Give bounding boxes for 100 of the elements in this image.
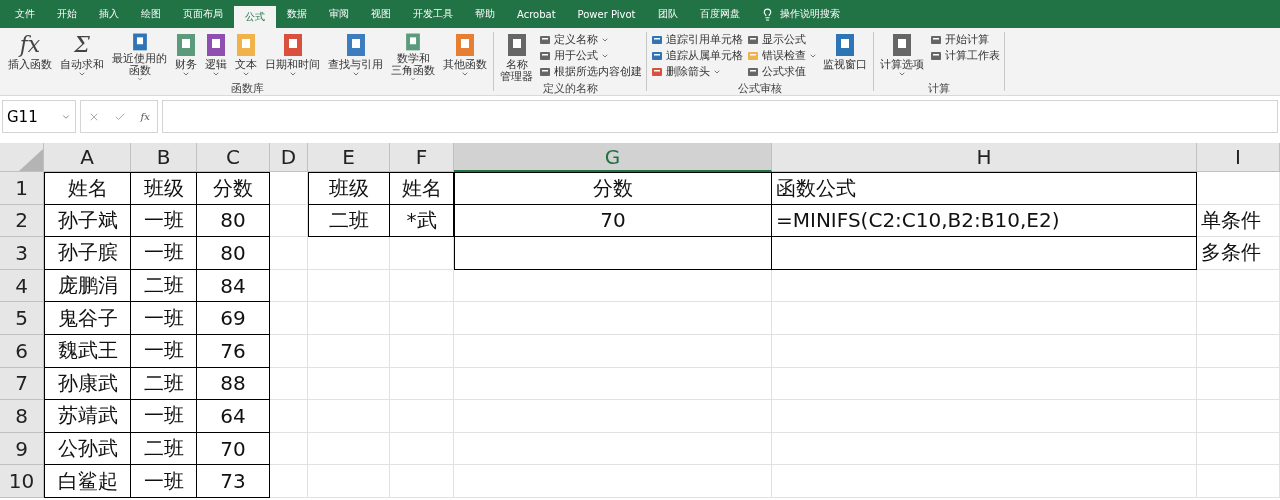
column-header[interactable]: D	[270, 143, 308, 172]
column-header[interactable]: C	[197, 143, 270, 172]
ribbon-tab[interactable]: 插入	[88, 0, 130, 28]
cell-text: 孙子膑	[44, 237, 131, 270]
cell-text: 73	[197, 465, 270, 498]
group-label: 定义的名称	[541, 82, 599, 96]
column-header[interactable]: B	[131, 143, 197, 172]
table-cell	[270, 302, 308, 335]
ribbon-button[interactable]: 用于公式	[539, 48, 642, 64]
ribbon-button[interactable]: 查找与引用	[326, 32, 385, 82]
table-cell	[270, 204, 308, 238]
ribbon-tab[interactable]: 数据	[276, 0, 318, 28]
cell-text: 函数公式	[772, 172, 1197, 205]
ribbon-button[interactable]: Σ 自动求和	[58, 32, 106, 82]
ribbon-tab[interactable]: 页面布局	[172, 0, 234, 28]
cell-text: 二班	[131, 269, 197, 303]
row-header[interactable]: 9	[0, 432, 44, 466]
cell-text: 一班	[131, 400, 197, 433]
ribbon-button[interactable]: 监视窗口	[821, 32, 869, 82]
ribbon-tab[interactable]: Acrobat	[506, 0, 567, 28]
table-cell	[390, 334, 454, 368]
ribbon-tab[interactable]: 审阅	[318, 0, 360, 28]
ribbon-button[interactable]: 计算工作表	[930, 48, 1000, 64]
corner-triangle-icon	[19, 149, 43, 171]
name-box[interactable]: G11	[2, 100, 76, 133]
ribbon-button[interactable]: fx 插入函数	[6, 32, 54, 82]
cell-text: 孙子斌	[44, 204, 131, 238]
row-header[interactable]: 8	[0, 400, 44, 433]
ribbon-button[interactable]: 逻辑	[203, 32, 229, 82]
table-cell	[270, 172, 308, 205]
ribbon-tab[interactable]: 绘图	[130, 0, 172, 28]
cell-text: 一班	[131, 237, 197, 270]
ribbon-button[interactable]: 财务	[173, 32, 199, 82]
cell-text: 白鲨起	[44, 465, 131, 498]
cell-text: 一班	[131, 334, 197, 368]
cell-text: 单条件	[1197, 204, 1280, 238]
ribbon-tab[interactable]: 视图	[360, 0, 402, 28]
select-all-corner[interactable]	[0, 143, 44, 172]
table-cell	[390, 465, 454, 498]
insert-function-button[interactable]: fx	[140, 111, 150, 122]
table-cell	[390, 237, 454, 270]
ribbon-tab[interactable]: 百度网盘	[688, 0, 751, 28]
row-header[interactable]: 3	[0, 237, 44, 270]
ribbon-tab[interactable]: Power Pivot	[566, 0, 647, 28]
tell-me-search[interactable]: 操作说明搜索	[779, 7, 840, 21]
cell-text: 二班	[131, 367, 197, 401]
column-header[interactable]: H	[772, 143, 1197, 172]
cell-text: 姓名	[44, 172, 131, 205]
ribbon-button[interactable]: 追踪从属单元格	[651, 48, 743, 64]
ribbon-button[interactable]: 日期和时间	[263, 32, 322, 82]
cell-text: 70	[454, 204, 772, 238]
ribbon-button[interactable]: 其他函数	[441, 32, 489, 82]
cell-text: 庞鹏涓	[44, 269, 131, 303]
ribbon-button[interactable]: 删除箭头	[651, 64, 743, 80]
ribbon-button[interactable]: 定义名称	[539, 32, 642, 48]
ribbon-button[interactable]: 显示公式	[747, 32, 817, 48]
row-header[interactable]: 4	[0, 269, 44, 303]
column-header[interactable]: G	[454, 143, 772, 172]
ribbon-button[interactable]: 最近使用的 函数	[110, 32, 169, 82]
ribbon-tab[interactable]: 文件	[4, 0, 46, 28]
ribbon-tab[interactable]: 团队	[646, 0, 689, 28]
ribbon-button[interactable]: 追踪引用单元格	[651, 32, 743, 48]
ribbon-button[interactable]: 文本	[233, 32, 259, 82]
cell-text: 84	[197, 269, 270, 303]
row-header[interactable]: 10	[0, 465, 44, 498]
column-header[interactable]: E	[308, 143, 390, 172]
cell-text: 二班	[131, 432, 197, 466]
cell-text: 公孙武	[44, 432, 131, 466]
ribbon-tab[interactable]: 开发工具	[402, 0, 464, 28]
column-header[interactable]: A	[44, 143, 131, 172]
table-cell	[390, 400, 454, 433]
ribbon-tab[interactable]: 开始	[46, 0, 88, 28]
cell-text: 魏武王	[44, 334, 131, 368]
table-cell	[390, 302, 454, 335]
column-header[interactable]: I	[1197, 143, 1280, 172]
cell-text: 70	[197, 432, 270, 466]
ribbon-button[interactable]: 开始计算	[930, 32, 1000, 48]
cell-text: =MINIFS(C2:C10,B2:B10,E2)	[772, 204, 1197, 238]
cell-text: 69	[197, 302, 270, 335]
table-cell	[270, 400, 308, 433]
ribbon-button[interactable]: 数学和 三角函数	[389, 32, 437, 82]
row-header[interactable]: 5	[0, 302, 44, 335]
ribbon-button[interactable]: 根据所选内容创建	[539, 64, 642, 80]
cell-text: 苏靖武	[44, 400, 131, 433]
column-header[interactable]: F	[390, 143, 454, 172]
ribbon-button[interactable]: 错误检查	[747, 48, 817, 64]
ribbon-button[interactable]: 名称 管理器	[498, 32, 535, 82]
formula-input[interactable]	[162, 100, 1278, 133]
cell-text: 二班	[308, 204, 390, 238]
ribbon-button[interactable]: 计算选项	[878, 32, 926, 82]
row-header[interactable]: 1	[0, 172, 44, 205]
row-header[interactable]: 7	[0, 367, 44, 401]
ribbon-tab[interactable]: 公式	[234, 6, 276, 28]
cell-text: 80	[197, 204, 270, 238]
row-header[interactable]: 2	[0, 204, 44, 238]
ribbon-button[interactable]: 公式求值	[747, 64, 817, 80]
row-header[interactable]: 6	[0, 334, 44, 368]
cell-text: 一班	[131, 204, 197, 238]
ribbon-tab[interactable]: 帮助	[464, 0, 506, 28]
cell-text: 一班	[131, 465, 197, 498]
